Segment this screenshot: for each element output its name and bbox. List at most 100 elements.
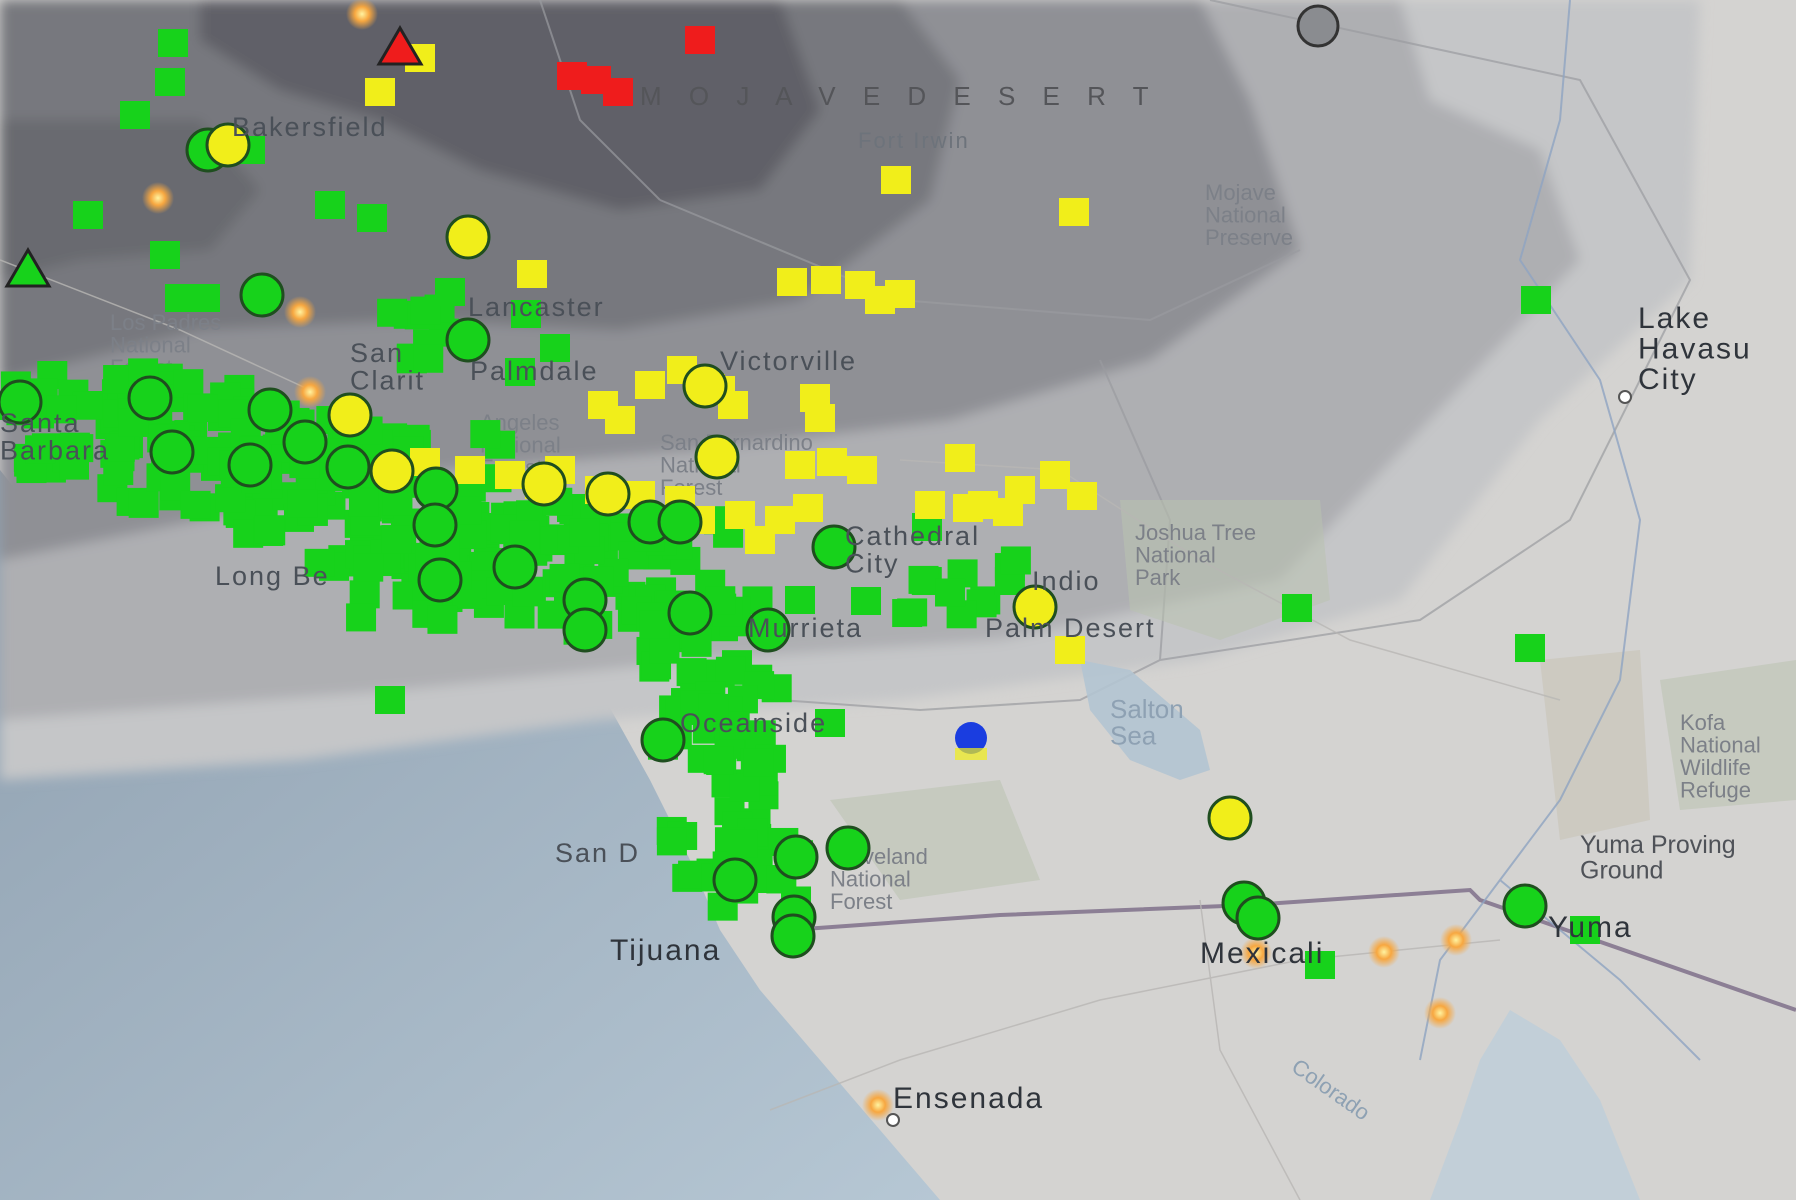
good-aq-monitor[interactable] (412, 502, 458, 548)
good-aq-monitor[interactable] (712, 857, 758, 903)
good-aq-station[interactable] (470, 420, 501, 449)
good-aq-monitor[interactable] (127, 375, 173, 421)
good-aq-station[interactable] (897, 598, 928, 627)
moderate-aq-station[interactable] (885, 280, 915, 308)
moderate-aq-monitor[interactable] (327, 392, 373, 438)
moderate-aq-station[interactable] (765, 506, 795, 534)
good-aq-monitor[interactable] (149, 429, 195, 475)
good-aq-station[interactable] (357, 204, 387, 232)
good-aq-monitor[interactable] (417, 557, 463, 603)
good-aq-station[interactable] (150, 241, 180, 269)
good-aq-station[interactable] (348, 488, 379, 517)
good-aq-station[interactable] (1515, 634, 1545, 662)
moderate-aq-station[interactable] (785, 451, 815, 479)
moderate-aq-monitor[interactable] (694, 434, 740, 480)
good-aq-station[interactable] (1521, 286, 1551, 314)
moderate-aq-station[interactable] (517, 260, 547, 288)
good-aq-monitor[interactable] (325, 444, 371, 490)
good-aq-monitor[interactable] (227, 442, 273, 488)
moderate-aq-station[interactable] (1059, 198, 1089, 226)
good-aq-station[interactable] (377, 298, 408, 327)
moderate-aq-station[interactable] (365, 78, 395, 106)
moderate-aq-station[interactable] (953, 494, 983, 522)
moderate-aq-station[interactable] (805, 404, 835, 432)
good-aq-station[interactable] (187, 394, 218, 423)
good-aq-station[interactable] (427, 605, 458, 634)
good-aq-station[interactable] (656, 827, 687, 856)
moderate-aq-station[interactable] (793, 494, 823, 522)
good-aq-station[interactable] (649, 635, 680, 664)
good-aq-station[interactable] (851, 587, 881, 615)
good-aq-station[interactable] (1000, 546, 1031, 575)
good-aq-station[interactable] (381, 525, 412, 554)
good-aq-station[interactable] (935, 578, 966, 607)
good-aq-station[interactable] (727, 829, 758, 858)
good-aq-monitor[interactable] (657, 499, 703, 545)
good-aq-monitor[interactable] (1502, 883, 1548, 929)
good-aq-station[interactable] (173, 369, 204, 398)
good-aq-station[interactable] (703, 746, 734, 775)
good-aq-station[interactable] (353, 553, 384, 582)
fire-hotspot[interactable] (284, 296, 316, 328)
good-aq-monitor[interactable] (773, 834, 819, 880)
moderate-aq-station[interactable] (455, 456, 485, 484)
good-aq-station[interactable] (375, 686, 405, 714)
good-aq-monitor[interactable] (825, 825, 871, 871)
no-data-monitor[interactable] (1296, 4, 1340, 48)
moderate-aq-station[interactable] (495, 461, 525, 489)
good-aq-station[interactable] (128, 489, 159, 518)
moderate-aq-station[interactable] (635, 371, 665, 399)
moderate-aq-station[interactable] (945, 444, 975, 472)
moderate-aq-station[interactable] (847, 456, 877, 484)
moderate-aq-monitor[interactable] (521, 461, 567, 507)
good-aq-station[interactable] (158, 29, 188, 57)
good-aq-station[interactable] (346, 603, 377, 632)
moderate-aq-station[interactable] (915, 491, 945, 519)
unhealthy-aq-station[interactable] (685, 26, 715, 54)
good-aq-station[interactable] (908, 565, 939, 594)
moderate-aq-station[interactable] (811, 266, 841, 294)
moderate-aq-station[interactable] (955, 748, 987, 760)
moderate-aq-monitor[interactable] (445, 214, 491, 260)
moderate-aq-station[interactable] (993, 498, 1023, 526)
good-aq-monitor[interactable] (667, 590, 713, 636)
good-aq-monitor[interactable] (445, 317, 491, 363)
good-aq-station[interactable] (180, 490, 211, 519)
fire-hotspot[interactable] (142, 182, 174, 214)
moderate-aq-station[interactable] (1040, 461, 1070, 489)
fire-hotspot[interactable] (1368, 936, 1400, 968)
good-aq-station[interactable] (155, 68, 185, 96)
moderate-aq-monitor[interactable] (585, 471, 631, 517)
good-aq-monitor[interactable] (282, 419, 328, 465)
good-aq-station[interactable] (1282, 594, 1312, 622)
good-aq-station[interactable] (254, 515, 285, 544)
air-quality-map[interactable]: M O J A V E D E S E R T Mojave National Pr… (0, 0, 1796, 1200)
moderate-aq-station[interactable] (777, 268, 807, 296)
good-aq-station[interactable] (785, 586, 815, 614)
good-aq-station[interactable] (715, 656, 746, 685)
good-aq-monitor[interactable] (562, 607, 608, 653)
good-aq-station[interactable] (120, 101, 150, 129)
moderate-aq-station[interactable] (725, 501, 755, 529)
good-aq-station[interactable] (215, 484, 246, 513)
good-aq-station[interactable] (729, 773, 760, 802)
good-aq-station[interactable] (435, 278, 465, 306)
good-aq-monitor[interactable] (239, 272, 285, 318)
fire-hotspot[interactable] (1440, 924, 1472, 956)
moderate-aq-monitor[interactable] (369, 448, 415, 494)
fire-hotspot[interactable] (1424, 997, 1456, 1029)
good-aq-monitor[interactable] (640, 717, 686, 763)
good-aq-monitor[interactable] (1235, 895, 1281, 941)
good-aq-monitor[interactable] (770, 913, 816, 959)
good-aq-monitor[interactable] (247, 387, 293, 433)
good-aq-station[interactable] (639, 610, 670, 639)
moderate-aq-station[interactable] (1067, 482, 1097, 510)
unhealthy-aq-station[interactable] (603, 78, 633, 106)
moderate-aq-station[interactable] (605, 406, 635, 434)
moderate-aq-monitor[interactable] (1207, 795, 1253, 841)
good-aq-station[interactable] (315, 191, 345, 219)
good-aq-station[interactable] (287, 489, 318, 518)
good-aq-station[interactable] (190, 284, 220, 312)
good-aq-station[interactable] (743, 748, 774, 777)
moderate-aq-station[interactable] (817, 448, 847, 476)
